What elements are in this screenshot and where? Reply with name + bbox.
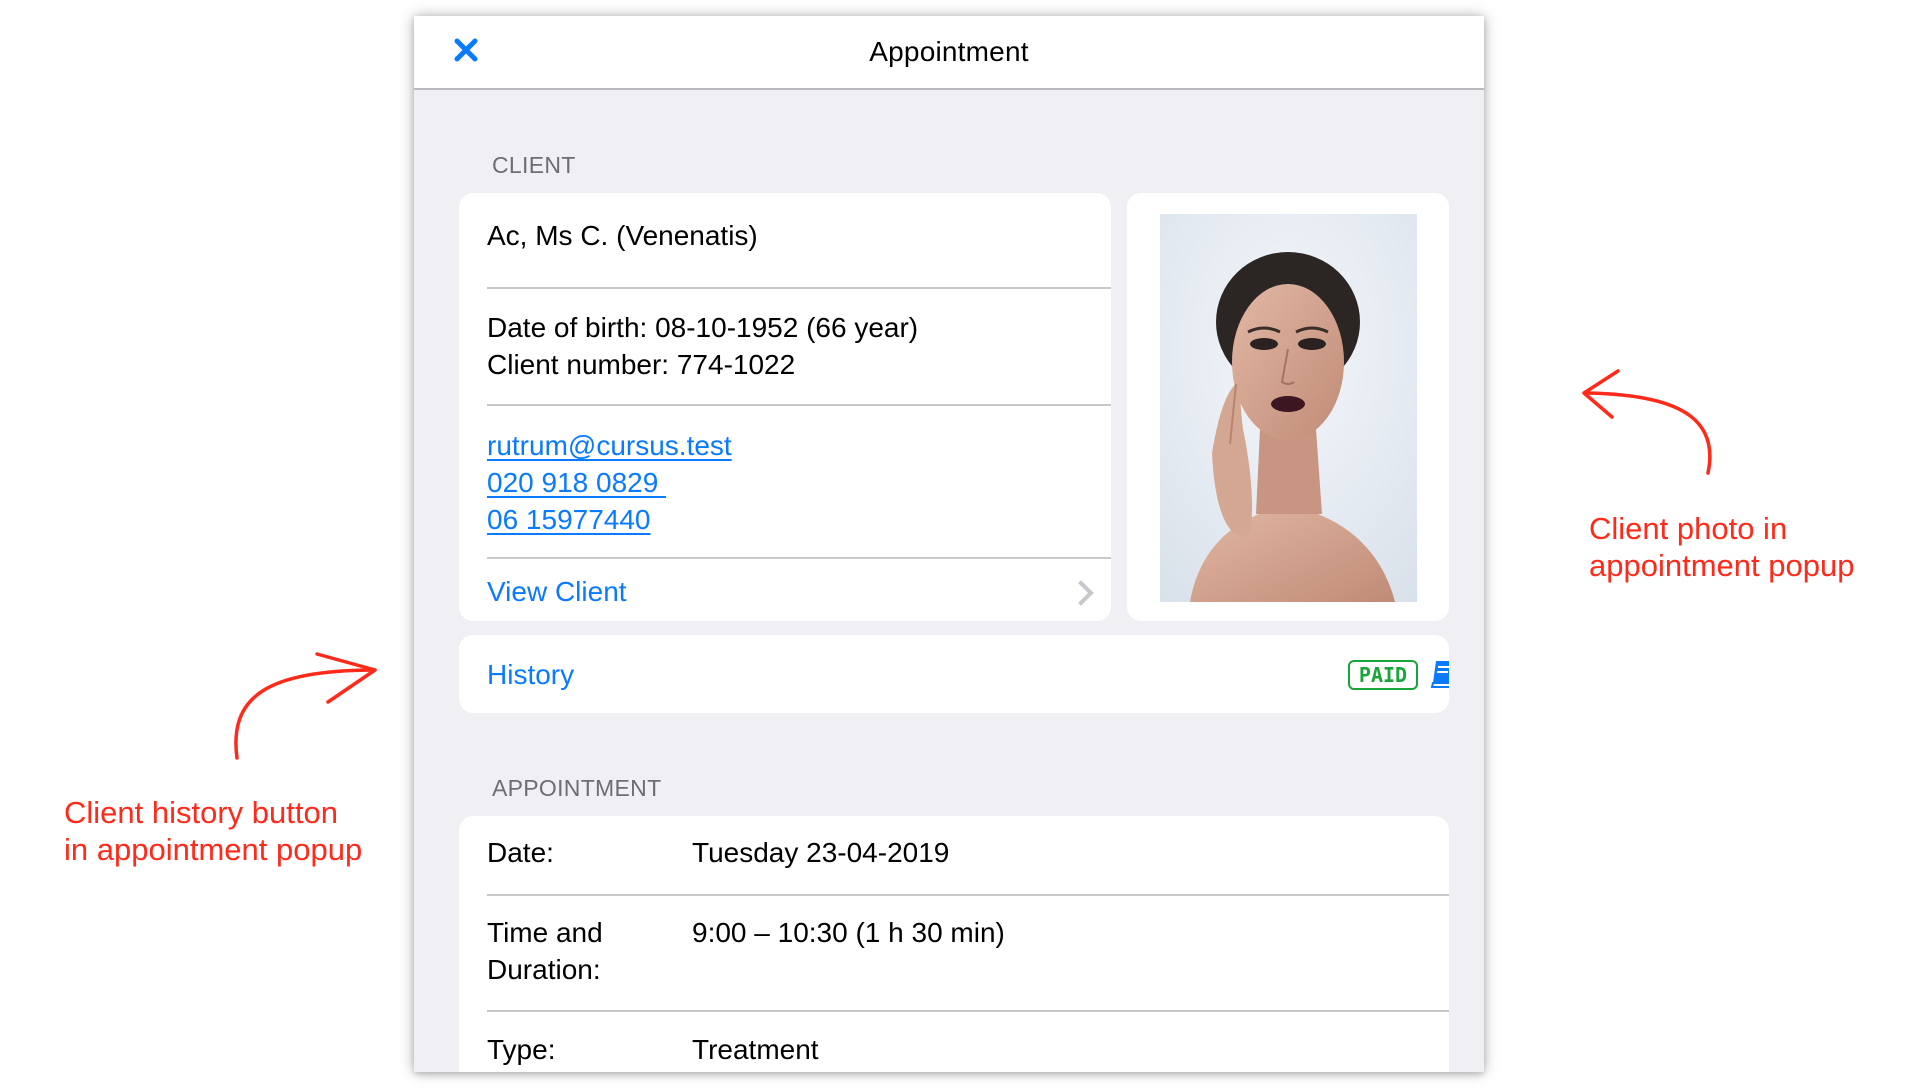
client-name: Ac, Ms C. (Venenatis) — [487, 220, 758, 251]
history-annotation-line1: Client history button — [64, 795, 338, 830]
client-email-link[interactable]: rutrum@cursus.test — [487, 430, 732, 461]
appointment-card: Date: Tuesday 23-04-2019 Time and Durati… — [459, 816, 1449, 1072]
appointment-popup: Appointment CLIENT Ac, Ms C. (Venenatis)… — [414, 16, 1484, 1072]
photo-annotation-line2: appointment popup — [1589, 548, 1855, 583]
view-client-row[interactable]: View Client — [459, 559, 1111, 621]
divider — [487, 404, 1111, 406]
time-label-line1: Time and — [487, 917, 603, 948]
divider — [487, 894, 1449, 896]
time-label-line2: Duration: — [487, 954, 601, 985]
type-value: Treatment — [692, 1034, 819, 1065]
date-value: Tuesday 23-04-2019 — [692, 837, 950, 868]
date-label: Date: — [487, 837, 554, 868]
divider — [487, 287, 1111, 289]
popup-header: Appointment — [414, 16, 1484, 90]
photo-arrow-annotation — [1582, 369, 1712, 475]
view-client-label: View Client — [487, 576, 627, 607]
book-icon — [1430, 661, 1449, 688]
popup-title: Appointment — [869, 36, 1029, 67]
history-annotation-line2: in appointment popup — [64, 832, 363, 867]
history-button[interactable]: History PAID — [459, 635, 1449, 713]
client-section-label: CLIENT — [492, 152, 576, 178]
history-arrow-annotation — [234, 652, 377, 760]
client-mobile-link[interactable]: 06 15977440 — [487, 504, 651, 535]
client-info-card: Ac, Ms C. (Venenatis) Date of birth: 08-… — [459, 193, 1111, 621]
type-label: Type: — [487, 1034, 556, 1065]
time-value: 9:00 – 10:30 (1 h 30 min) — [692, 917, 1005, 948]
photo-annotation-line1: Client photo in — [1589, 511, 1788, 546]
client-photo-card — [1127, 193, 1449, 621]
divider — [487, 1010, 1449, 1012]
client-number: Client number: 774-1022 — [487, 349, 796, 380]
chevron-right-icon — [1068, 580, 1094, 606]
client-photo — [1160, 214, 1417, 602]
client-phone-link[interactable]: 020 918 0829 — [487, 467, 666, 498]
appointment-section-label: APPOINTMENT — [492, 775, 662, 801]
paid-badge: PAID — [1348, 660, 1418, 690]
history-label: History — [487, 659, 575, 690]
client-dob: Date of birth: 08-10-1952 (66 year) — [487, 312, 919, 343]
